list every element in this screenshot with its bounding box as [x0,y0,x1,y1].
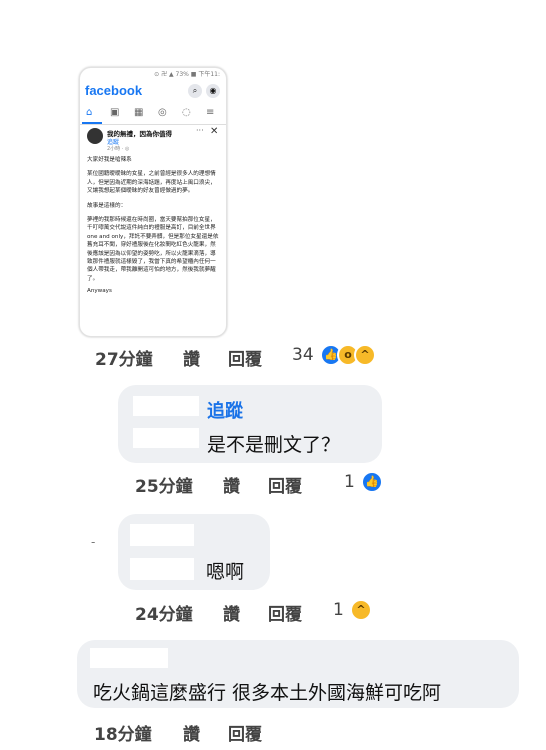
reaction-icons[interactable]: 👍 o ^ [320,344,376,366]
post-time: 2小時 · ◎ [107,146,130,152]
reply-marker: - [91,535,96,549]
comment-time: 27分鐘 [95,350,153,370]
comment-text: 嗯啊 [206,561,245,583]
post-paragraph: 某位國籍曖曖昧的女星，之前曾經是很多人的理想情人，但是因為近期的深海話題，再度站… [87,171,216,195]
like-button[interactable]: 讚 [223,472,240,497]
haha-reaction-icon: ^ [354,344,376,366]
reply-button[interactable]: 回覆 [268,472,302,497]
messenger-icon: ◉ [206,84,220,98]
reaction-count[interactable]: 1 [344,472,355,492]
active-tab-indicator [82,122,102,124]
comment-time: 25分鐘 [135,477,193,497]
post-paragraph: 故事是這樣的： [87,202,127,209]
post-paragraph: 大家好我是嗆辣系 [87,157,132,163]
menu-icon: ≡ [206,107,215,118]
reaction-icons[interactable]: 👍 [361,471,383,493]
post-avatar [87,128,103,144]
haha-reaction-icon: ^ [350,599,372,621]
redacted-name [133,396,199,416]
comment-time: 18分鐘 [94,725,152,745]
reply-button[interactable]: 回覆 [268,600,302,625]
home-icon: ⌂ [86,107,93,118]
more-options-icon: ··· [196,126,204,135]
reply-button[interactable]: 回覆 [228,720,262,745]
reaction-icons[interactable]: ^ [350,599,372,621]
facebook-nav-bar: ⌂ ▣ ▦ ◎ ◌ ≡ [80,104,226,125]
redacted-avatar [133,428,199,448]
reaction-count[interactable]: 1 [333,600,344,620]
notifications-icon: ◌ [182,107,191,118]
comment-time: 24分鐘 [135,605,193,625]
post-screenshot: ⊙ 卍 ▲ 73% ■ 下午11: facebook ⌕ ◉ ⌂ ▣ ▦ ◎ ◌… [79,67,227,337]
like-reaction-icon: 👍 [361,471,383,493]
phone-status-bar: ⊙ 卍 ▲ 73% ■ 下午11: [154,71,220,78]
facebook-logo: facebook [85,83,143,98]
comment-text: 是不是刪文了？ [207,434,341,456]
close-icon: ✕ [210,126,219,137]
reaction-count[interactable]: 34 [292,345,314,365]
redacted-name [90,648,168,668]
comment-author[interactable]: 追蹤 [207,397,243,423]
redacted-avatar [130,558,194,580]
redacted-name [130,524,194,546]
comment-text: 吃火鍋這麼盛行 很多本土外國海鮮可吃阿 [93,682,442,704]
post-body: 大家好我是嗆辣系 某位國籍曖曖昧的女星，之前曾經是很多人的理想情人，但是因為近期… [87,156,221,302]
post-closing: Anyways [87,288,112,295]
post-paragraph: 夢裡的我那時候還在時尚圈，當天要幫拍那位女星，千叮嚀萬交代說這件純白的禮服是高訂… [87,217,219,282]
like-button[interactable]: 讚 [183,345,200,370]
video-icon: ▣ [110,107,120,118]
reply-button[interactable]: 回覆 [228,345,262,370]
like-button[interactable]: 讚 [223,600,240,625]
marketplace-icon: ▦ [134,107,144,118]
search-icon: ⌕ [188,84,202,98]
like-button[interactable]: 讚 [183,720,200,745]
groups-icon: ◎ [158,107,167,118]
